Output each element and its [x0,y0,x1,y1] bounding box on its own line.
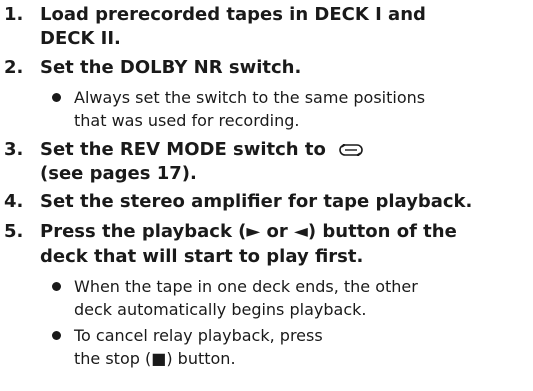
step-number: 3. [4,139,24,160]
bullet-text: Always set the switch to the same positi… [74,88,426,107]
step-text: Set the DOLBY NR switch. [40,57,302,78]
step-number: 2. [4,57,24,78]
step-text-continued: deck that will start to play first. [40,246,364,267]
bullet-text-continued: that was used for recording. [74,111,300,130]
step-text-continued: (see pages 17). [40,163,197,184]
step-text-continued: DECK II. [40,28,121,49]
step-text: Load prerecorded tapes in DECK I and [40,4,426,25]
bullet-icon [52,331,61,340]
step-text: Press the playback (► or ◄) button of th… [40,221,457,242]
bullet-icon [52,282,61,291]
relay-mode-icon [339,144,363,156]
bullet-text-continued: the stop (■) button. [74,349,236,368]
step-number: 5. [4,221,24,242]
step-text: Set the stereo amplifier for tape playba… [40,191,473,212]
step-text: Set the REV MODE switch to [40,139,326,160]
bullet-icon [52,93,61,102]
bullet-text-continued: deck automatically begins playback. [74,300,367,319]
step-number: 4. [4,191,24,212]
step-number: 1. [4,4,24,25]
bullet-text: To cancel relay playback, press [74,326,323,345]
bullet-text: When the tape in one deck ends, the othe… [74,277,418,296]
